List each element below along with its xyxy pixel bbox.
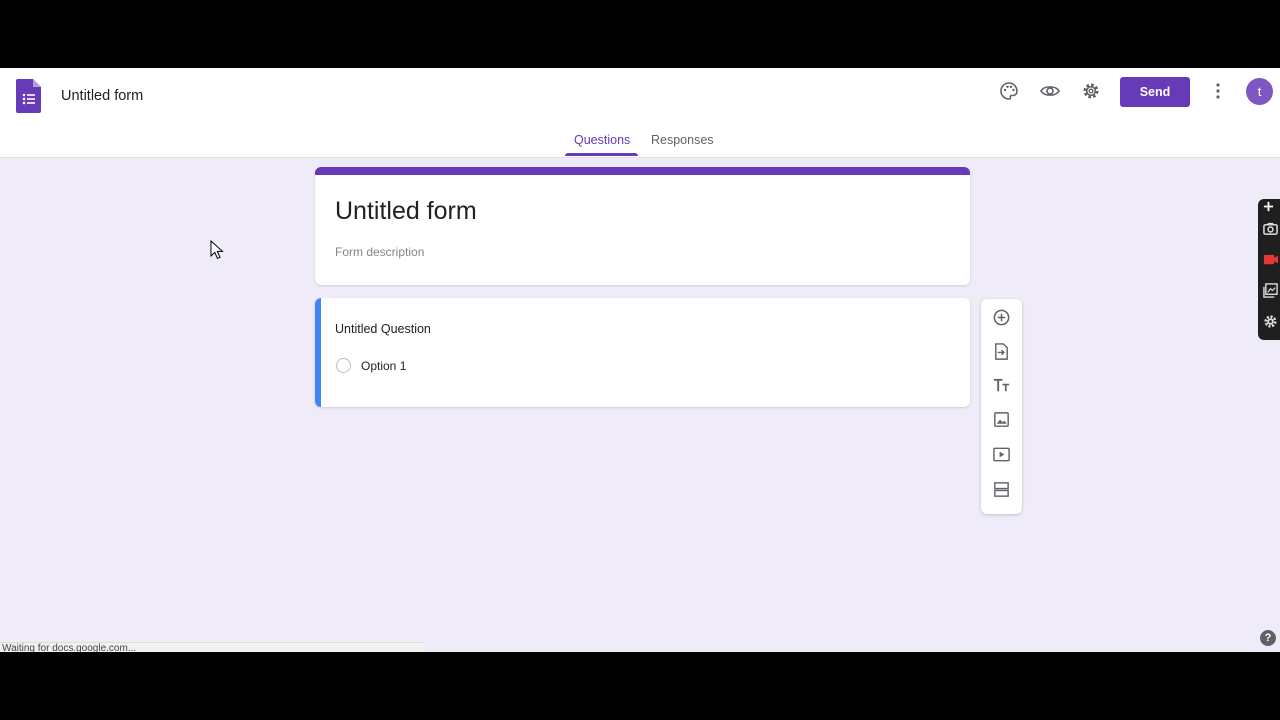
document-title[interactable]: Untitled form (61, 88, 143, 104)
record-icon[interactable] (1263, 252, 1278, 267)
add-video-icon[interactable] (992, 445, 1011, 464)
add-section-icon[interactable] (992, 480, 1011, 499)
gallery-icon[interactable] (1263, 283, 1278, 298)
settings-gear-icon[interactable] (1263, 314, 1278, 329)
floating-toolbar (981, 299, 1022, 514)
add-question-icon[interactable] (992, 308, 1011, 327)
browser-status-bar: Waiting for docs.google.com... (0, 642, 425, 652)
form-header-card[interactable]: Untitled form Form description (315, 167, 970, 285)
expand-icon[interactable] (1263, 201, 1274, 212)
add-title-icon[interactable] (992, 376, 1011, 395)
forms-logo-icon[interactable] (16, 79, 41, 113)
form-title[interactable]: Untitled form (335, 197, 477, 226)
more-vert-icon[interactable] (1208, 81, 1228, 101)
app-header: Untitled form Send t Questions Responses (0, 68, 1280, 158)
eye-icon[interactable] (1040, 81, 1060, 101)
add-image-icon[interactable] (992, 410, 1011, 429)
palette-icon[interactable] (999, 81, 1019, 101)
mouse-cursor-icon (210, 240, 224, 260)
question-title[interactable]: Untitled Question (335, 322, 431, 336)
active-tab-indicator (565, 153, 638, 156)
forms-editor-screen: Untitled form Send t Questions Responses (0, 68, 1280, 652)
avatar[interactable]: t (1246, 78, 1273, 105)
import-questions-icon[interactable] (992, 342, 1011, 361)
tab-responses[interactable]: Responses (651, 133, 714, 147)
theme-color-bar (315, 167, 970, 175)
extension-panel (1258, 199, 1280, 340)
tab-questions[interactable]: Questions (574, 133, 630, 147)
camera-icon[interactable] (1263, 221, 1278, 236)
option-label[interactable]: Option 1 (361, 359, 406, 373)
send-button[interactable]: Send (1120, 77, 1190, 107)
help-icon[interactable]: ? (1260, 630, 1276, 646)
radio-button[interactable] (336, 358, 351, 373)
focus-indicator-bar (315, 298, 321, 407)
gear-icon[interactable] (1081, 81, 1101, 101)
form-description-field[interactable]: Form description (335, 245, 424, 259)
question-card[interactable]: Untitled Question Option 1 (315, 298, 970, 407)
